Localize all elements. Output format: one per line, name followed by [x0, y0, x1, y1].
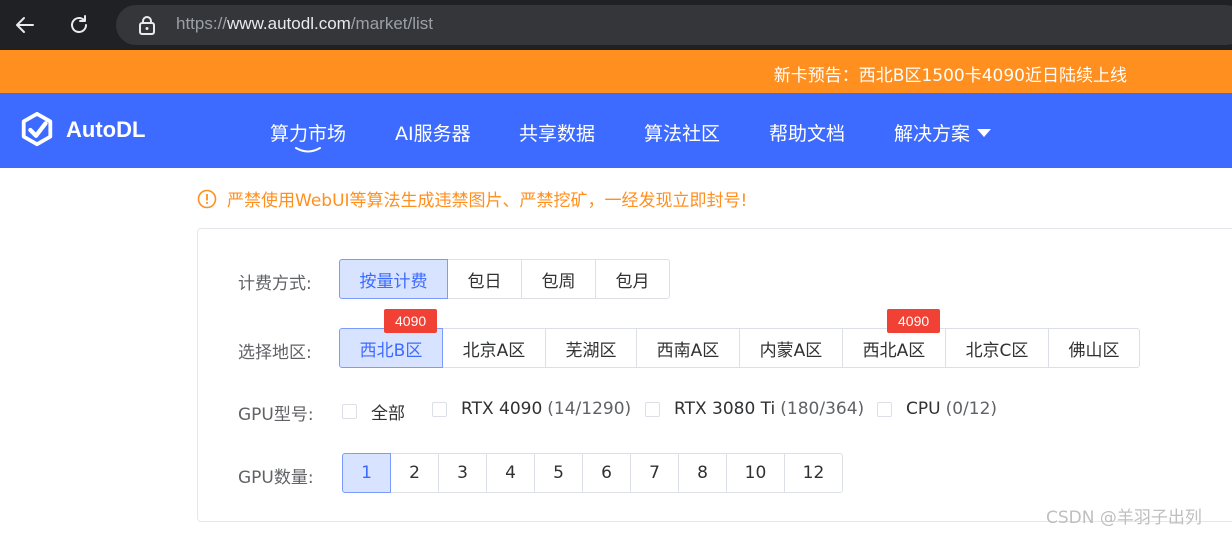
nav-item-help-docs[interactable]: 帮助文档 — [769, 119, 845, 146]
warning-text: 严禁使用WebUI等算法生成违禁图片、严禁挖矿，一经发现立即封号! — [227, 191, 748, 211]
checkbox[interactable] — [877, 401, 892, 417]
region-option[interactable]: 北京C区 — [945, 328, 1049, 368]
nav-item-compute-market[interactable]: 算力市场 — [270, 119, 347, 153]
warning-message: 严禁使用WebUI等算法生成违禁图片、严禁挖矿，一经发现立即封号! — [197, 186, 747, 211]
billing-option-pay-as-you-go[interactable]: 按量计费 — [339, 259, 448, 299]
site-header: AutoDL 算力市场 AI服务器 共享数据 算法社区 帮助文档 解决方案 — [0, 93, 1232, 168]
region-option-label: 西北A区 — [862, 340, 926, 361]
billing-option-weekly[interactable]: 包周 — [521, 259, 596, 299]
nav-item-algorithm-community[interactable]: 算法社区 — [644, 119, 720, 146]
billing-label: 计费方式: — [238, 274, 312, 294]
region-label: 选择地区: — [238, 343, 312, 363]
gpu-model-name: RTX 3080 Ti — [674, 399, 776, 419]
gpu-count-options: 1 2 3 4 5 6 7 8 10 12 — [342, 453, 843, 493]
region-option[interactable]: 西北B区 4090 — [339, 309, 443, 368]
gpu-count-option[interactable]: 2 — [390, 453, 439, 493]
region-option[interactable]: 北京A区 — [442, 328, 546, 368]
reload-icon[interactable] — [64, 10, 94, 40]
gpu-model-label: GPU型号: — [238, 405, 314, 425]
url-scheme: https:// — [176, 14, 228, 33]
gpu-model-option-rtx3080ti[interactable]: RTX 3080 Ti (180/364) — [645, 399, 864, 419]
filter-panel: 计费方式: 按量计费 包日 包周 包月 选择地区: 西北B区 4090 北京A区… — [197, 228, 1232, 522]
region-option-label: 西北B区 — [359, 340, 423, 361]
gpu-count-option[interactable]: 12 — [784, 453, 843, 493]
gpu-count-option[interactable]: 5 — [534, 453, 583, 493]
gpu-model-name: CPU — [906, 399, 941, 419]
gpu-availability-count: (14/1290) — [547, 399, 632, 419]
gpu-count-option[interactable]: 1 — [342, 453, 391, 493]
nav-item-ai-servers[interactable]: AI服务器 — [395, 119, 471, 146]
address-bar[interactable]: https://www.autodl.com/market/list — [116, 5, 1232, 45]
nav-item-solutions[interactable]: 解决方案 — [894, 119, 992, 146]
url-text: https://www.autodl.com/market/list — [176, 14, 433, 34]
billing-option-monthly[interactable]: 包月 — [595, 259, 670, 299]
caret-down-icon — [977, 128, 992, 137]
region-badge: 4090 — [887, 309, 941, 333]
gpu-availability-count: (0/12) — [945, 399, 998, 419]
browser-toolbar: https://www.autodl.com/market/list — [0, 0, 1232, 50]
region-option[interactable]: 佛山区 — [1048, 328, 1140, 368]
gpu-count-option[interactable]: 4 — [486, 453, 535, 493]
gpu-model-option-cpu[interactable]: CPU (0/12) — [877, 399, 997, 419]
gpu-count-option[interactable]: 3 — [438, 453, 487, 493]
gpu-availability-count: (180/364) — [780, 399, 865, 419]
exclamation-circle-icon — [197, 189, 217, 208]
gpu-count-option[interactable]: 6 — [582, 453, 631, 493]
region-option[interactable]: 内蒙A区 — [739, 328, 843, 368]
checkbox[interactable] — [342, 404, 357, 419]
announcement-bar: 新卡预告：西北B区1500卡4090近日陆续上线 — [0, 50, 1232, 93]
brand-logo[interactable]: AutoDL — [18, 111, 145, 149]
gpu-model-name: RTX 4090 — [461, 399, 543, 419]
gpu-model-option-rtx4090[interactable]: RTX 4090 (14/1290) — [432, 399, 631, 419]
back-arrow-icon[interactable] — [10, 10, 40, 40]
billing-options: 按量计费 包日 包周 包月 — [339, 259, 670, 299]
nav-item-label: 算力市场 — [270, 123, 347, 145]
active-nav-indicator — [295, 147, 321, 153]
autodl-logo-icon — [21, 111, 53, 147]
region-option[interactable]: 芜湖区 — [545, 328, 637, 368]
nav-item-label: 解决方案 — [894, 123, 971, 145]
url-host: www.autodl.com — [227, 14, 351, 33]
watermark: CSDN @羊羽子出列 — [1046, 508, 1202, 528]
brand-name: AutoDL — [66, 117, 146, 142]
announcement-text[interactable]: 新卡预告：西北B区1500卡4090近日陆续上线 — [774, 61, 1127, 86]
gpu-count-label: GPU数量: — [238, 468, 314, 488]
gpu-model-name: 全部 — [371, 404, 405, 424]
url-path: /market/list — [350, 14, 433, 33]
checkbox[interactable] — [432, 401, 447, 417]
gpu-model-option-all[interactable]: 全部 — [342, 399, 405, 424]
region-option[interactable]: 西南A区 — [636, 328, 740, 368]
billing-option-daily[interactable]: 包日 — [447, 259, 522, 299]
checkbox[interactable] — [645, 401, 660, 417]
lock-icon[interactable] — [138, 15, 156, 35]
gpu-count-option[interactable]: 10 — [726, 453, 785, 493]
region-badge: 4090 — [384, 309, 438, 333]
gpu-count-option[interactable]: 8 — [678, 453, 727, 493]
gpu-count-option[interactable]: 7 — [630, 453, 679, 493]
region-option[interactable]: 西北A区 4090 — [842, 309, 946, 368]
region-options: 西北B区 4090 北京A区 芜湖区 西南A区 内蒙A区 西北A区 4090 北… — [339, 309, 1140, 368]
nav-item-shared-data[interactable]: 共享数据 — [519, 119, 595, 146]
